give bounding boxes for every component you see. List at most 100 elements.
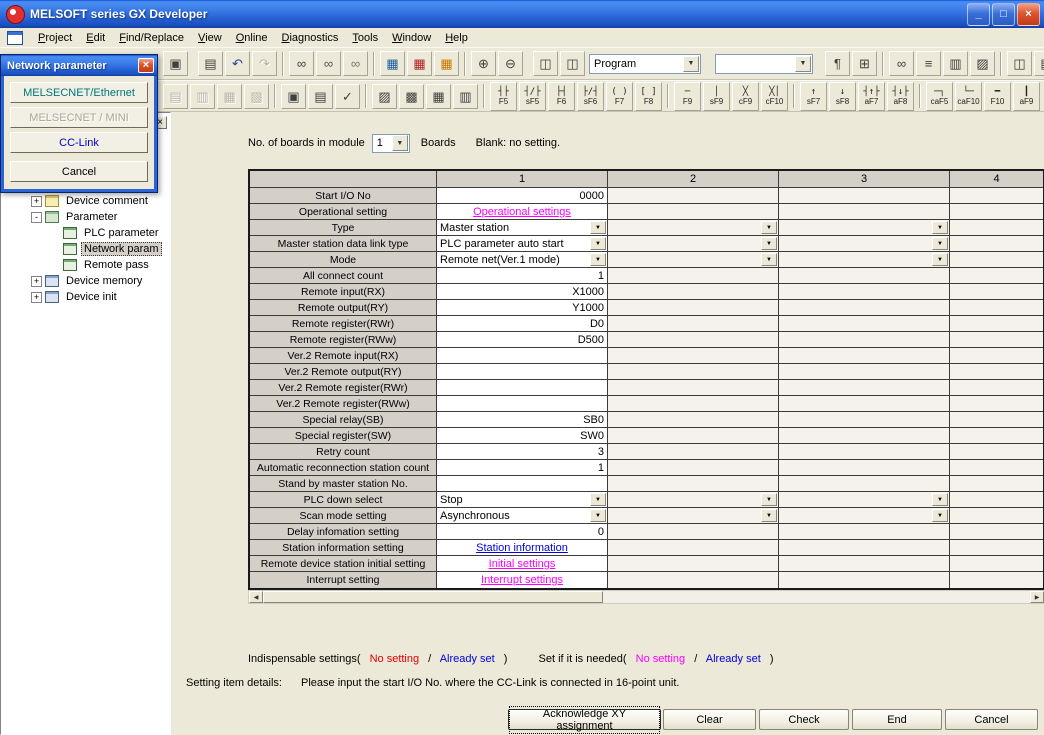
cell-remote-register-rww-col1[interactable]: D500 (437, 332, 608, 348)
tile-windows-button[interactable]: ◫ (560, 51, 585, 76)
cell-interrupt-setting-col3[interactable] (779, 572, 950, 588)
cell-special-register-sw-col1[interactable]: SW0 (437, 428, 608, 444)
cell-type-col4[interactable] (950, 220, 1043, 236)
cell-remote-register-rwr-col1[interactable]: D0 (437, 316, 608, 332)
find-contact-button[interactable]: ∞ (316, 51, 341, 76)
cell-station-information-setting-col2[interactable] (608, 540, 779, 556)
button-acknowledge-xy-assignment[interactable]: Acknowledge XY assignment (508, 709, 661, 730)
secondary-combo[interactable]: ▼ (715, 54, 813, 74)
tree-item-network-param[interactable]: Network param (3, 241, 168, 257)
chevron-down-icon[interactable]: ▼ (932, 493, 948, 506)
cell-mode-col1[interactable]: Remote net(Ver.1 mode)▼ (437, 252, 608, 268)
cascade-windows-button[interactable]: ◫ (533, 51, 558, 76)
button-cancel[interactable]: Cancel (945, 709, 1038, 730)
menu-online[interactable]: Online (229, 30, 275, 46)
cell-ver-2-remote-register-rwr-col4[interactable] (950, 380, 1043, 396)
cell-operational-setting-col1[interactable]: Operational settings (437, 204, 608, 220)
maximize-button[interactable]: □ (992, 3, 1015, 26)
menu-window[interactable]: Window (385, 30, 438, 46)
ladder-cf9-button[interactable]: ╳cF9 (732, 82, 759, 111)
ladder-af7-button[interactable]: ┤↑├aF7 (858, 82, 885, 111)
cell-operational-setting-col2[interactable] (608, 204, 779, 220)
write-mode-button[interactable]: ▦ (407, 51, 432, 76)
cell-master-station-data-link-type-col4[interactable] (950, 236, 1043, 252)
note-display-button[interactable]: ▦ (426, 84, 451, 109)
cell-ver-2-remote-register-rwr-col3[interactable] (779, 380, 950, 396)
chevron-down-icon[interactable]: ▼ (761, 493, 777, 506)
cell-special-register-sw-col4[interactable] (950, 428, 1043, 444)
cell-special-relay-sb-col4[interactable] (950, 412, 1043, 428)
chevron-down-icon[interactable]: ▼ (761, 237, 777, 250)
tree-item-device-init[interactable]: +Device init (3, 289, 168, 305)
cell-ver-2-remote-register-rww-col1[interactable] (437, 396, 608, 412)
cell-stand-by-master-station-no-col2[interactable] (608, 476, 779, 492)
cell-remote-register-rww-col4[interactable] (950, 332, 1043, 348)
cell-operational-setting-col4[interactable] (950, 204, 1043, 220)
cell-delay-infomation-setting-col4[interactable] (950, 524, 1043, 540)
ladder-cf10-button[interactable]: ╳│cF10 (761, 82, 788, 111)
cell-remote-output-ry-col1[interactable]: Y1000 (437, 300, 608, 316)
cell-interrupt-setting-col1[interactable]: Interrupt settings (437, 572, 608, 588)
chevron-down-icon[interactable]: ▼ (590, 237, 606, 250)
new-window-button[interactable]: ▣ (163, 51, 188, 76)
tree-item-parameter[interactable]: -Parameter (3, 209, 168, 225)
chevron-down-icon[interactable]: ▼ (683, 56, 699, 72)
monitor-mode-button[interactable]: ▦ (434, 51, 459, 76)
chevron-down-icon[interactable]: ▼ (795, 56, 811, 72)
dialog-button-cancel[interactable]: Cancel (10, 161, 148, 182)
dialog-button-melsecnet-ethernet[interactable]: MELSECNET/Ethernet (10, 82, 148, 103)
cell-mode-col4[interactable] (950, 252, 1043, 268)
scrollbar-thumb[interactable] (263, 591, 603, 603)
cell-remote-device-station-initial-setting-col2[interactable] (608, 556, 779, 572)
cell-ver-2-remote-register-rwr-col1[interactable] (437, 380, 608, 396)
cell-delay-infomation-setting-col1[interactable]: 0 (437, 524, 608, 540)
chevron-down-icon[interactable]: ▼ (761, 221, 777, 234)
cell-ver-2-remote-output-ry-col2[interactable] (608, 364, 779, 380)
cell-master-station-data-link-type-col1[interactable]: PLC parameter auto start▼ (437, 236, 608, 252)
project-data-list-button[interactable]: ▤ (1034, 51, 1044, 76)
cell-all-connect-count-col4[interactable] (950, 268, 1043, 284)
cell-interrupt-setting-col2[interactable] (608, 572, 779, 588)
cell-special-register-sw-col3[interactable] (779, 428, 950, 444)
chevron-down-icon[interactable]: ▼ (932, 509, 948, 522)
menu-find-replace[interactable]: Find/Replace (112, 30, 191, 46)
cell-retry-count-col1[interactable]: 3 (437, 444, 608, 460)
cell-type-col3[interactable]: ▼ (779, 220, 950, 236)
ladder-sf7-button[interactable]: ↑sF7 (800, 82, 827, 111)
cell-plc-down-select-col1[interactable]: Stop▼ (437, 492, 608, 508)
menu-view[interactable]: View (191, 30, 229, 46)
comment-display-button[interactable]: ▨ (372, 84, 397, 109)
find-device-button[interactable]: ∞ (289, 51, 314, 76)
cell-retry-count-col2[interactable] (608, 444, 779, 460)
convert-run-button[interactable]: ▤ (308, 84, 333, 109)
cell-start-i-o-no-col1[interactable]: 0000 (437, 188, 608, 204)
cell-operational-setting-col3[interactable] (779, 204, 950, 220)
cell-start-i-o-no-col4[interactable] (950, 188, 1043, 204)
cell-remote-register-rww-col2[interactable] (608, 332, 779, 348)
ladder-caf5-button[interactable]: ─┐caF5 (926, 82, 953, 111)
expand-toggle-icon[interactable]: + (31, 196, 42, 207)
cell-ver-2-remote-input-rx-col1[interactable] (437, 348, 608, 364)
cell-remote-input-rx-col4[interactable] (950, 284, 1043, 300)
ladder-sf8-button[interactable]: ↓sF8 (829, 82, 856, 111)
cell-stand-by-master-station-no-col3[interactable] (779, 476, 950, 492)
cell-remote-input-rx-col3[interactable] (779, 284, 950, 300)
statement-display-button[interactable]: ▩ (399, 84, 424, 109)
cell-remote-register-rwr-col4[interactable] (950, 316, 1043, 332)
menu-project[interactable]: Project (31, 30, 79, 46)
cell-delay-infomation-setting-col2[interactable] (608, 524, 779, 540)
cell-all-connect-count-col1[interactable]: 1 (437, 268, 608, 284)
chevron-down-icon[interactable]: ▼ (590, 509, 606, 522)
cell-stand-by-master-station-no-col4[interactable] (950, 476, 1043, 492)
cell-mode-col3[interactable]: ▼ (779, 252, 950, 268)
ladder-af9-button[interactable]: ┃aF9 (1013, 82, 1040, 111)
cell-remote-output-ry-col2[interactable] (608, 300, 779, 316)
menu-tools[interactable]: Tools (345, 30, 385, 46)
cell-remote-register-rwr-col3[interactable] (779, 316, 950, 332)
dialog-close-icon[interactable]: × (138, 58, 154, 73)
cell-automatic-reconnection-station-count-col2[interactable] (608, 460, 779, 476)
chevron-down-icon[interactable]: ▼ (932, 221, 948, 234)
read-mode-button[interactable]: ▦ (380, 51, 405, 76)
cross-reference-button[interactable]: ▥ (943, 51, 968, 76)
cell-automatic-reconnection-station-count-col1[interactable]: 1 (437, 460, 608, 476)
